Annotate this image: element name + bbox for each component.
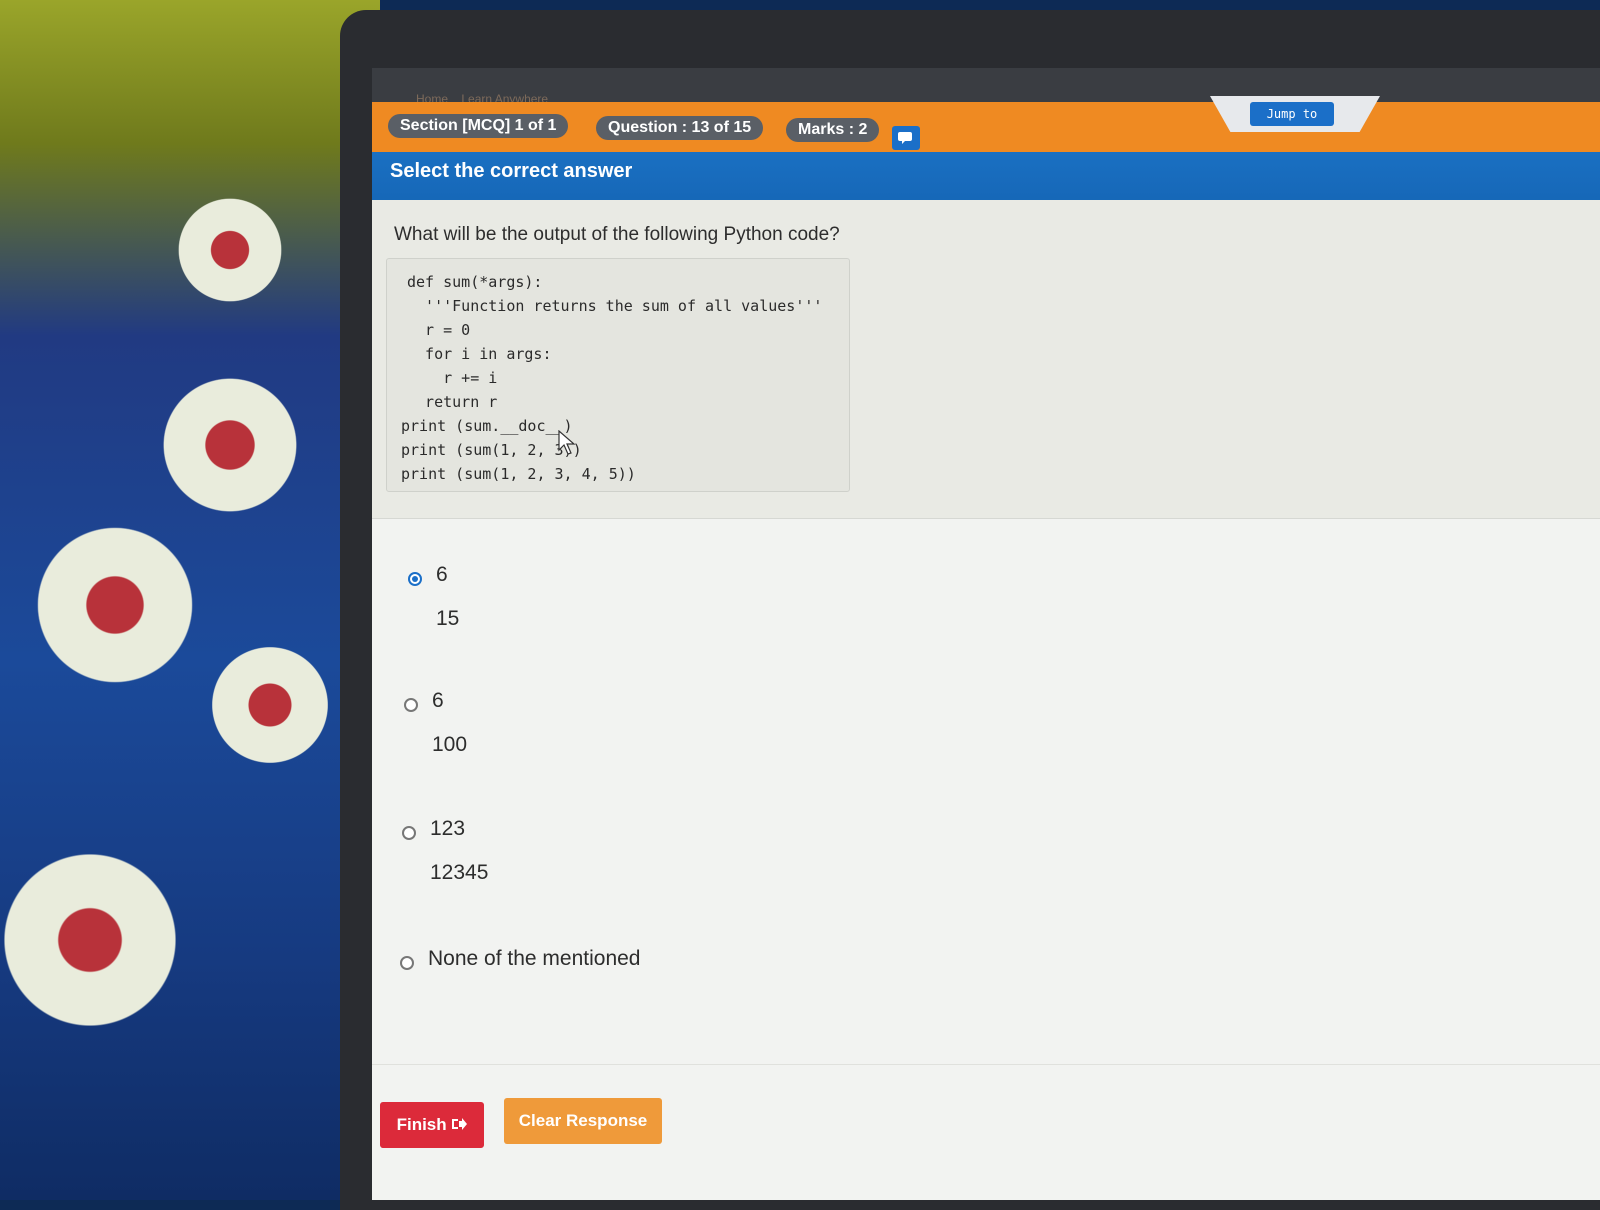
option-1-line-1: 6	[436, 563, 448, 586]
code-line: '''Function returns the sum of all value…	[407, 297, 823, 315]
option-3-line-2: 12345	[430, 861, 489, 884]
mouse-pointer-icon	[558, 430, 576, 455]
code-line: print (sum(1, 2, 3, 4, 5))	[401, 465, 636, 483]
radio-button[interactable]	[402, 826, 416, 840]
code-line: print (sum.__doc__)	[401, 417, 573, 435]
code-block: def sum(*args): '''Function returns the …	[386, 258, 850, 492]
finish-button[interactable]: Finish	[380, 1102, 484, 1148]
code-line: def sum(*args):	[407, 273, 543, 291]
code-line: r += i	[407, 369, 498, 387]
chat-button[interactable]	[892, 126, 920, 150]
jump-to-button[interactable]: Jump to	[1250, 102, 1334, 126]
answer-option-4[interactable]: None of the mentioned	[400, 947, 640, 981]
radio-button[interactable]	[404, 698, 418, 712]
flower-decoration	[150, 370, 310, 520]
footer-divider	[372, 1064, 1600, 1065]
finish-label: Finish	[396, 1115, 447, 1134]
option-4-line-1: None of the mentioned	[428, 947, 641, 970]
section-badge: Section [MCQ] 1 of 1	[388, 114, 569, 138]
code-line: return r	[407, 393, 498, 411]
radio-button[interactable]	[400, 956, 414, 970]
flower-decoration	[20, 520, 210, 690]
marks-badge: Marks : 2	[786, 118, 880, 142]
option-2-line-1: 6	[432, 689, 444, 712]
flower-decoration	[170, 190, 290, 310]
code-line: r = 0	[407, 321, 471, 339]
answer-option-2[interactable]: 6 100	[404, 689, 468, 767]
sign-out-icon	[452, 1118, 468, 1130]
chat-icon	[898, 132, 912, 144]
radio-button-selected[interactable]	[408, 572, 422, 586]
instruction-title: Select the correct answer	[390, 160, 633, 182]
answer-option-1[interactable]: 6 15	[408, 563, 460, 641]
option-2-line-2: 100	[432, 733, 468, 756]
exam-screen: Home Learn Anywhere Section [MCQ] 1 of 1…	[372, 68, 1600, 1200]
top-strip: Home Learn Anywhere	[372, 68, 1600, 106]
clear-response-button[interactable]: Clear Response	[504, 1098, 662, 1144]
option-1-line-2: 15	[436, 607, 460, 630]
question-panel: What will be the output of the following…	[372, 200, 1600, 519]
code-line: for i in args:	[407, 345, 552, 363]
flower-decoration	[200, 640, 340, 770]
code-line: print (sum(1, 2, 3))	[401, 441, 582, 459]
question-info-bar: Section [MCQ] 1 of 1 Question : 13 of 15…	[372, 102, 1600, 154]
option-3-line-1: 123	[430, 817, 466, 840]
question-counter-badge: Question : 13 of 15	[596, 116, 764, 140]
answer-option-3[interactable]: 123 12345	[402, 817, 489, 895]
question-text: What will be the output of the following…	[394, 224, 840, 245]
